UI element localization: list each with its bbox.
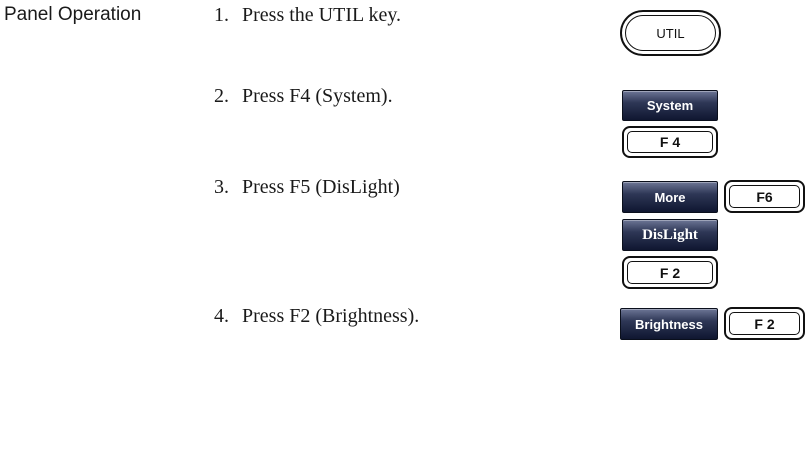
step-number: 3. [214,176,229,198]
f2-key[interactable]: F 2 [724,307,805,340]
step-4: 4. Press F2 (Brightness). [214,305,419,328]
dislight-softkey[interactable]: DisLight [622,219,718,251]
step-2: 2. Press F4 (System). [214,85,393,108]
step-number: 4. [214,305,229,327]
step-text: Press F5 (DisLight) [242,176,400,198]
f4-key[interactable]: F 4 [622,126,718,158]
brightness-softkey[interactable]: Brightness [620,308,718,340]
step-number: 1. [214,4,229,26]
step-text: Press the UTIL key. [242,4,402,26]
step-1: 1. Press the UTIL key. [214,4,401,27]
step-text: Press F4 (System). [242,85,393,107]
f6-key[interactable]: F6 [724,180,805,213]
more-softkey[interactable]: More [622,181,718,213]
step-text: Press F2 (Brightness). [242,305,420,327]
step-3: 3. Press F5 (DisLight) [214,176,400,199]
util-key[interactable]: UTIL [620,10,721,56]
system-softkey[interactable]: System [622,90,718,121]
section-label: Panel Operation [4,4,142,25]
f2-key[interactable]: F 2 [622,256,718,289]
step-number: 2. [214,85,229,107]
